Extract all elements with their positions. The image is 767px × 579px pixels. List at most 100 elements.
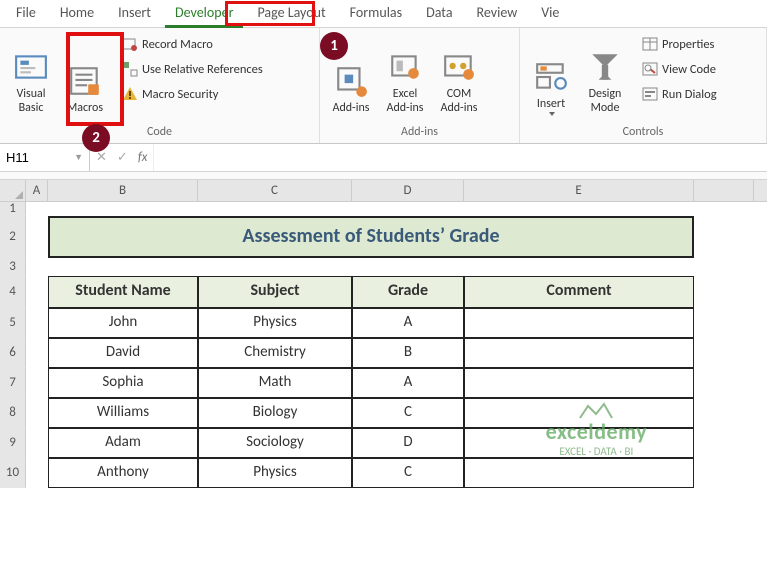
macros-label: Macros [67,102,103,116]
table-cell[interactable]: Physics [198,308,352,338]
fx-icon[interactable]: fx [138,150,148,165]
excel-addins-icon [388,50,422,84]
design-mode-button[interactable]: Design Mode [580,32,630,118]
col-header-E[interactable]: E [464,180,694,201]
macros-icon [68,64,102,98]
use-relative-references-label: Use Relative References [142,62,263,77]
row-header-5[interactable]: 5 [0,308,26,338]
tab-view[interactable]: Vie [529,0,571,27]
row-header-9[interactable]: 9 [0,428,26,458]
properties-button[interactable]: Properties [638,32,721,56]
table-cell[interactable] [464,428,694,458]
run-dialog-label: Run Dialog [662,87,717,102]
table-header-comment: Comment [464,276,694,308]
tab-file[interactable]: File [4,0,48,27]
ribbon-group-controls: Insert Design Mode Properties View Code … [520,28,767,143]
view-code-button[interactable]: View Code [638,57,721,81]
properties-label: Properties [662,37,714,52]
table-cell[interactable] [464,338,694,368]
table-cell[interactable]: Adam [48,428,198,458]
table-cell[interactable]: A [352,308,464,338]
visual-basic-icon [14,50,48,84]
excel-addins-label: Excel Add-ins [382,88,428,116]
group-label-controls: Controls [526,123,760,141]
row-header-1[interactable]: 1 [0,202,26,216]
table-cell[interactable]: Sophia [48,368,198,398]
worksheet[interactable]: A B C D E 1 2 Assessment of Students’ Gr… [0,180,767,488]
column-headers: A B C D E [0,180,767,202]
row-header-6[interactable]: 6 [0,338,26,368]
ribbon-group-code: Visual Basic Macros Record Macro Use Rel… [0,28,320,143]
row-header-4[interactable]: 4 [0,276,26,308]
table-cell[interactable]: Chemistry [198,338,352,368]
table-cell[interactable]: John [48,308,198,338]
tab-insert[interactable]: Insert [106,0,163,27]
cancel-formula-icon[interactable]: ✕ [96,150,107,165]
macro-security-icon [122,86,138,102]
table-header-name: Student Name [48,276,198,308]
group-label-code: Code [6,123,313,141]
table-cell[interactable] [464,398,694,428]
tab-data[interactable]: Data [414,0,464,27]
properties-icon [642,36,658,52]
insert-control-icon [534,60,568,94]
tab-developer[interactable]: Developer [163,0,245,27]
col-header-extra[interactable] [694,180,754,201]
ribbon: Visual Basic Macros Record Macro Use Rel… [0,28,767,144]
record-macro-button[interactable]: Record Macro [118,32,267,56]
addins-label: Add-ins [333,102,370,116]
col-header-D[interactable]: D [352,180,464,201]
name-box-input[interactable] [6,150,74,165]
tab-formulas[interactable]: Formulas [338,0,414,27]
row-header-8[interactable]: 8 [0,398,26,428]
tab-review[interactable]: Review [465,0,530,27]
table-cell[interactable]: Anthony [48,458,198,488]
design-mode-icon [588,50,622,84]
row-header-3[interactable]: 3 [0,258,26,276]
row-header-7[interactable]: 7 [0,368,26,398]
table-cell[interactable] [464,458,694,488]
use-relative-references-button[interactable]: Use Relative References [118,57,267,81]
table-cell[interactable]: B [352,338,464,368]
table-cell[interactable]: Williams [48,398,198,428]
run-dialog-icon [642,86,658,102]
name-box[interactable]: ▼ [0,144,90,171]
table-cell[interactable]: C [352,458,464,488]
row-header-2[interactable]: 2 [0,216,26,258]
col-header-B[interactable]: B [48,180,198,201]
callout-badge-1: 1 [320,32,348,60]
col-header-A[interactable]: A [26,180,48,201]
row-header-10[interactable]: 10 [0,458,26,488]
visual-basic-button[interactable]: Visual Basic [6,32,56,118]
macros-button[interactable]: Macros [60,32,110,118]
sheet-title: Assessment of Students’ Grade [48,216,694,258]
table-cell[interactable]: Math [198,368,352,398]
table-cell[interactable]: Physics [198,458,352,488]
insert-control-label: Insert [537,98,565,112]
macro-security-button[interactable]: Macro Security [118,82,267,106]
table-cell[interactable]: A [352,368,464,398]
table-cell[interactable] [464,368,694,398]
select-all-triangle[interactable] [0,180,26,201]
relative-references-icon [122,61,138,77]
view-code-icon [642,61,658,77]
tab-page-layout[interactable]: Page Layout [245,0,337,27]
run-dialog-button[interactable]: Run Dialog [638,82,721,106]
table-cell[interactable] [464,308,694,338]
table-cell[interactable]: C [352,398,464,428]
name-box-dropdown-icon[interactable]: ▼ [74,152,83,163]
insert-control-button[interactable]: Insert [526,32,576,118]
col-header-C[interactable]: C [198,180,352,201]
table-cell[interactable]: D [352,428,464,458]
table-cell[interactable]: Sociology [198,428,352,458]
design-mode-label: Design Mode [582,88,628,116]
group-label-addins: Add-ins [326,123,513,141]
com-addins-button[interactable]: COM Add-ins [434,32,484,118]
addins-icon [334,64,368,98]
view-code-label: View Code [662,62,716,77]
table-cell[interactable]: Biology [198,398,352,428]
excel-addins-button[interactable]: Excel Add-ins [380,32,430,118]
accept-formula-icon[interactable]: ✓ [117,150,128,165]
tab-home[interactable]: Home [48,0,106,27]
table-cell[interactable]: David [48,338,198,368]
